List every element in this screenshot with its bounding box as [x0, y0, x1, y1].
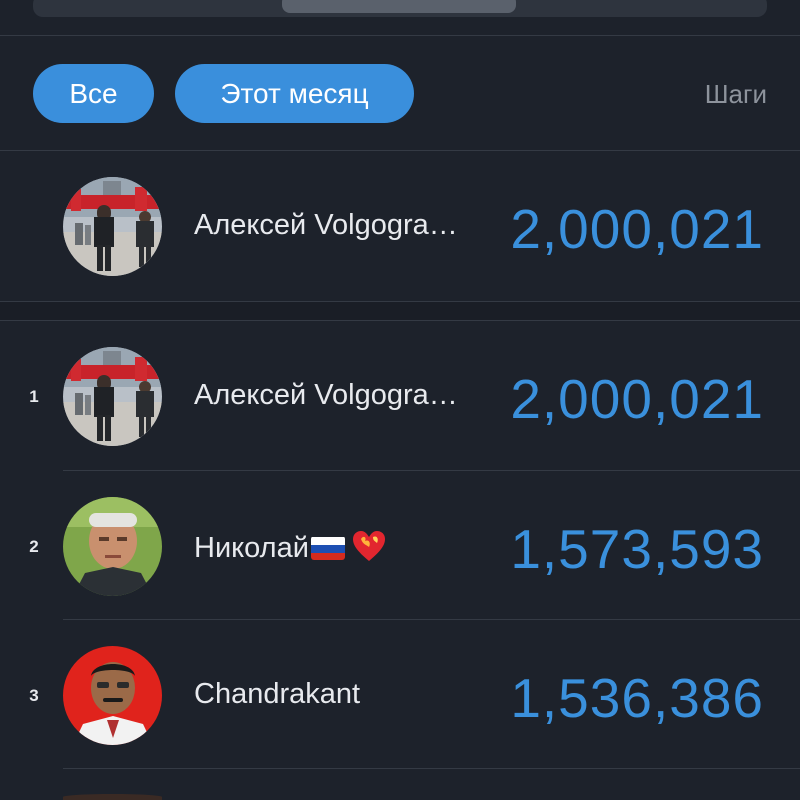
leaderboard-row[interactable]: 1 Алексей Volgogra… 2,000,021: [0, 321, 800, 470]
avatar: [63, 347, 162, 446]
man-outdoor-avatar: [63, 497, 162, 596]
user-steps: 2,000,021: [510, 368, 764, 430]
leaderboard-row[interactable]: 2 Николай 1,573,593: [0, 471, 800, 620]
street-photo-avatar: [63, 177, 162, 276]
divider: [63, 768, 800, 769]
rank-number: 2: [29, 537, 39, 556]
rank-number: 3: [29, 686, 39, 705]
current-user-row[interactable]: Алексей Volgogra… 2,000,021: [0, 151, 800, 301]
current-user-steps: 2,000,021: [510, 198, 764, 260]
rank-number: 1: [29, 387, 39, 406]
man-red-background-avatar: [63, 646, 162, 745]
filter-bar: Все Этот месяц Шаги: [0, 36, 800, 150]
user-name-text: Николай: [194, 532, 309, 564]
filter-this-month-button[interactable]: Этот месяц: [175, 64, 414, 123]
metric-label[interactable]: Шаги: [705, 79, 767, 110]
section-gap: [0, 302, 800, 320]
current-user-name: Алексей Volgogra…: [194, 209, 458, 241]
user-steps: 1,536,386: [510, 667, 764, 729]
user-name: Chandrakant: [194, 678, 361, 710]
user-name: Николай: [194, 529, 387, 571]
user-name: Алексей Volgogra…: [194, 379, 458, 411]
avatar: [63, 794, 162, 800]
user-steps: 1,573,593: [510, 518, 764, 580]
avatar: [63, 177, 162, 276]
avatar: [63, 497, 162, 596]
russia-flag-icon: [310, 536, 345, 560]
leaderboard-row[interactable]: 3 Chandrakant 1,536,386: [0, 620, 800, 769]
filter-all-button[interactable]: Все: [33, 64, 154, 123]
segmented-control-thumb[interactable]: [282, 0, 516, 13]
burning-heart-icon: [351, 529, 387, 571]
street-photo-avatar: [63, 347, 162, 446]
avatar: [63, 646, 162, 745]
